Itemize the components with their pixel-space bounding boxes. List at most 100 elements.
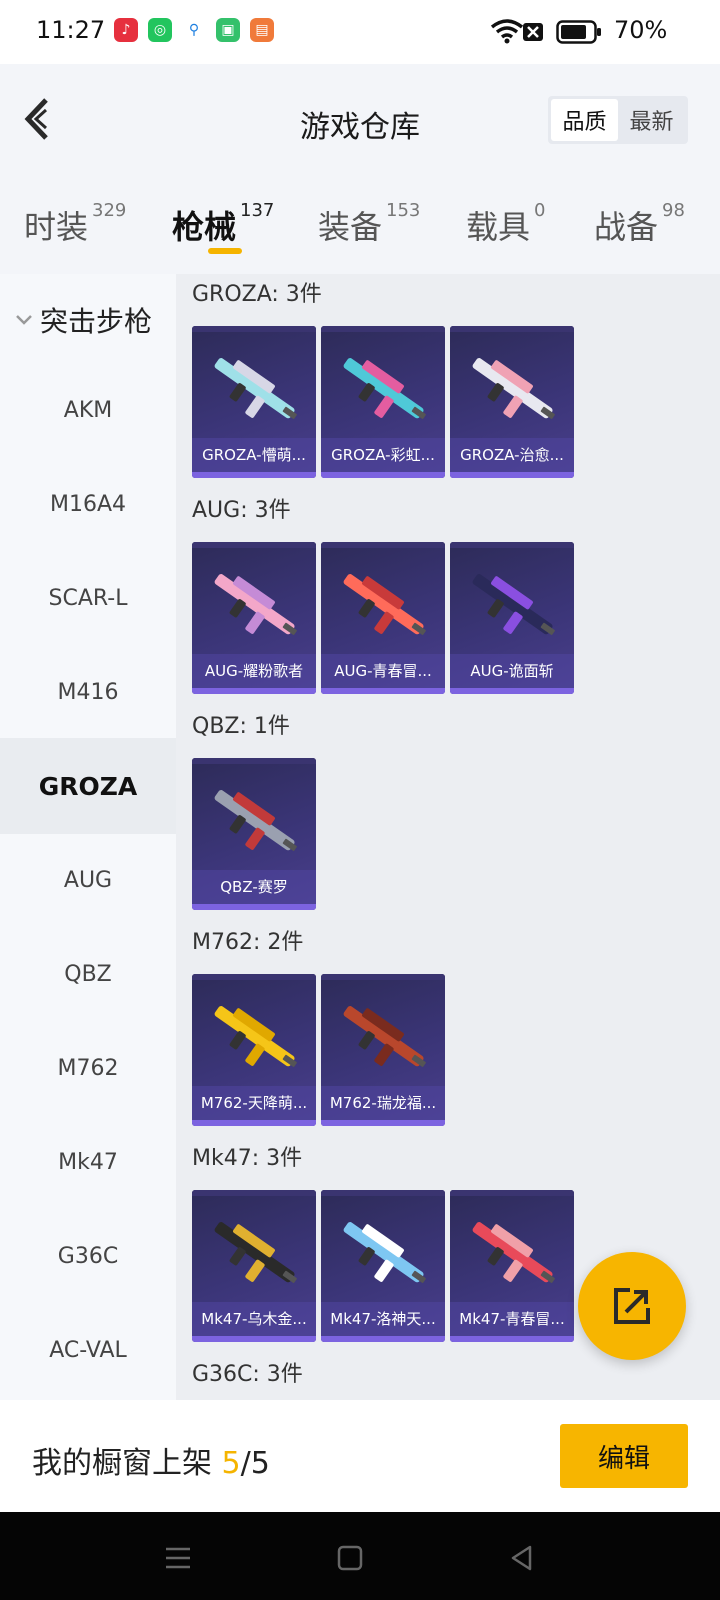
tab-count: 0 (534, 200, 546, 221)
sidebar-item-m762[interactable]: M762 (0, 1020, 176, 1116)
showcase-current: 5 (221, 1446, 241, 1481)
status-time: 11:27 (36, 16, 106, 44)
status-bar: 11:27 ♪ ◎ ⚲ ▣ ▤ 70% (0, 0, 720, 64)
section-title-m762: M762: 2件 (192, 930, 304, 955)
sidebar-item-aug[interactable]: AUG (0, 832, 176, 928)
skin-card[interactable]: GROZA-治愈... (450, 326, 574, 478)
sidebar-item-ac-val[interactable]: AC-VAL (0, 1302, 176, 1398)
showcase-label: 我的橱窗上架 (32, 1446, 222, 1481)
chevron-down-icon (16, 315, 32, 325)
weapon-skin-image (343, 1222, 426, 1283)
section-title-mk47: Mk47: 3件 (192, 1146, 303, 1171)
skin-card[interactable]: Mk47-洛神天... (321, 1190, 445, 1342)
skin-card[interactable]: Mk47-乌木金... (192, 1190, 316, 1342)
weapon-skin-image (214, 790, 297, 851)
weapon-skin-image (214, 1222, 297, 1283)
sidebar-item-m416[interactable]: M416 (0, 644, 176, 740)
music-app-icon: ♪ (114, 18, 138, 42)
skin-card[interactable]: QBZ-赛罗 (192, 758, 316, 910)
battery-percent: 70% (614, 16, 668, 44)
skin-card-label: QBZ-赛罗 (192, 870, 316, 904)
skin-card-label: Mk47-洛神天... (321, 1302, 445, 1336)
weapon-skin-image (343, 358, 426, 419)
menu-icon[interactable] (160, 1540, 196, 1576)
card-stripe (192, 974, 316, 980)
tab-count: 98 (662, 200, 685, 221)
search-app-icon: ⚲ (182, 18, 206, 42)
tab-count: 153 (386, 200, 421, 221)
sidebar-item-scar-l[interactable]: SCAR-L (0, 550, 176, 646)
tab-label: 载具 (466, 208, 531, 246)
tab-gear[interactable]: 战备 98 (594, 200, 685, 248)
skin-card-label: GROZA-彩虹... (321, 438, 445, 472)
category-tabs: 时装 329 枪械 137 装备 153 载具 0 战备 98 (0, 176, 720, 274)
reader-app-icon: ▤ (250, 18, 274, 42)
sidebar-item-mk47[interactable]: Mk47 (0, 1114, 176, 1210)
skin-card[interactable]: AUG-青春冒... (321, 542, 445, 694)
tab-label: 战备 (594, 208, 659, 246)
card-stripe (321, 542, 445, 548)
weapon-skin-image (214, 1006, 297, 1067)
tab-count: 137 (240, 200, 275, 221)
weapon-skin-image (214, 574, 297, 635)
sidebar-item-groza[interactable]: GROZA (0, 738, 176, 834)
card-stripe (321, 1190, 445, 1196)
edit-button[interactable]: 编辑 (560, 1424, 688, 1488)
weapon-skin-image (472, 358, 555, 419)
sidebar-group-assault-rifles[interactable]: 突击步枪 (14, 300, 152, 340)
skin-card-label: GROZA-懵萌... (192, 438, 316, 472)
tab-vehicles[interactable]: 载具 0 (466, 200, 546, 248)
weapon-skin-image (343, 1006, 426, 1067)
sidebar-item-qbz[interactable]: QBZ (0, 926, 176, 1022)
skin-card[interactable]: M762-瑞龙福... (321, 974, 445, 1126)
showcase-status: 我的橱窗上架 5/5 (32, 1438, 270, 1482)
card-stripe (192, 542, 316, 548)
weapon-skin-image (343, 574, 426, 635)
chat-app-icon: ◎ (148, 18, 172, 42)
showcase-max: 5 (250, 1446, 270, 1481)
sidebar-item-akm[interactable]: AKM (0, 362, 176, 458)
card-stripe (192, 758, 316, 764)
skin-card-label: M762-瑞龙福... (321, 1086, 445, 1120)
skin-card[interactable]: GROZA-彩虹... (321, 326, 445, 478)
active-tab-indicator (208, 248, 242, 254)
back-triangle-icon[interactable] (504, 1540, 540, 1576)
skin-card[interactable]: AUG-耀粉歌者 (192, 542, 316, 694)
weapon-skin-image (472, 574, 555, 635)
card-stripe (450, 326, 574, 332)
skin-card[interactable]: AUG-诡面斩 (450, 542, 574, 694)
card-stripe (450, 542, 574, 548)
weapon-skin-list: GROZA: 3件 GROZA-懵萌... GROZA-彩虹... GROZA-… (176, 274, 720, 1400)
weapon-type-sidebar: 突击步枪 AKM M16A4 SCAR-L M416 GROZA AUG QBZ… (0, 274, 176, 1400)
skin-card-label: AUG-青春冒... (321, 654, 445, 688)
sidebar-item-m16a4[interactable]: M16A4 (0, 456, 176, 552)
skin-card-label: GROZA-治愈... (450, 438, 574, 472)
tab-weapons[interactable]: 枪械 137 (172, 200, 275, 248)
tab-equipment[interactable]: 装备 153 (318, 200, 421, 248)
page-header: 游戏仓库 品质 最新 (0, 64, 720, 176)
showcase-separator: / (240, 1446, 251, 1481)
card-stripe (192, 1190, 316, 1196)
tab-label: 枪械 (172, 208, 237, 246)
share-external-icon (614, 1288, 650, 1324)
home-square-icon[interactable] (332, 1540, 368, 1576)
skin-card[interactable]: Mk47-青春冒... (450, 1190, 574, 1342)
tab-count: 329 (92, 200, 127, 221)
section-title-qbz: QBZ: 1件 (192, 714, 290, 739)
weapon-skin-image (214, 358, 297, 419)
section-title-g36c: G36C: 3件 (192, 1362, 303, 1387)
tab-label: 装备 (318, 208, 383, 246)
tab-label: 时装 (24, 208, 89, 246)
sort-newest-button[interactable]: 最新 (618, 99, 685, 141)
skin-card-label: Mk47-乌木金... (192, 1302, 316, 1336)
notification-icons: ♪ ◎ ⚲ ▣ ▤ (114, 18, 274, 42)
share-fab-button[interactable] (578, 1252, 686, 1360)
skin-card[interactable]: M762-天降萌... (192, 974, 316, 1126)
sidebar-group-label: 突击步枪 (40, 305, 153, 338)
skin-card[interactable]: GROZA-懵萌... (192, 326, 316, 478)
tab-fashion[interactable]: 时装 329 (24, 200, 127, 248)
sort-toggle: 品质 最新 (548, 96, 688, 144)
section-title-groza: GROZA: 3件 (192, 282, 322, 307)
sort-quality-button[interactable]: 品质 (551, 99, 618, 141)
sidebar-item-g36c[interactable]: G36C (0, 1208, 176, 1304)
